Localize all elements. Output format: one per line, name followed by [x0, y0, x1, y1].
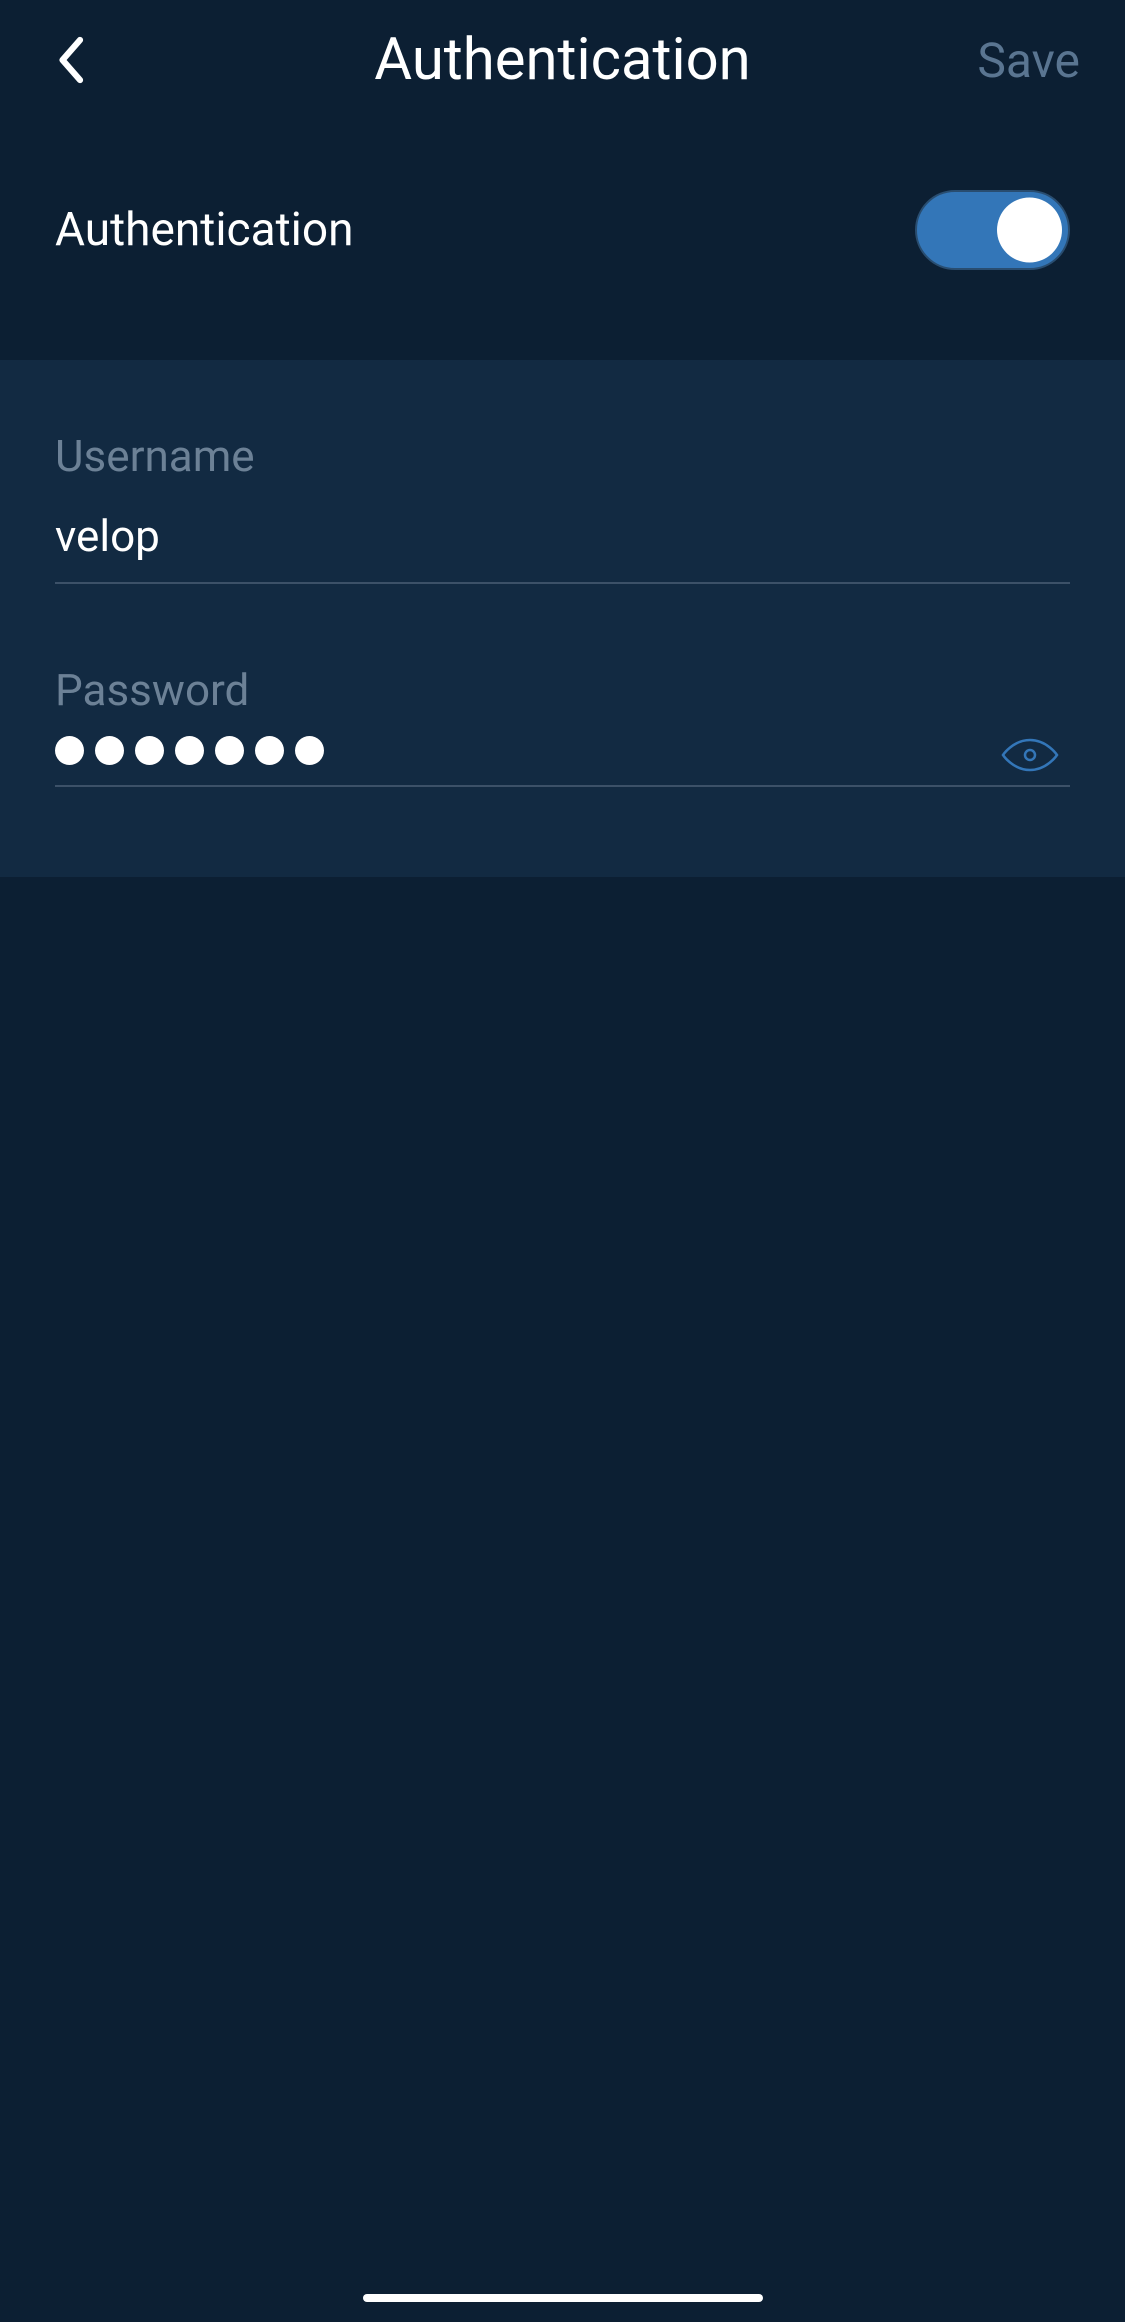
username-label: Username	[55, 430, 1070, 482]
password-dot	[175, 736, 204, 765]
save-button[interactable]: Save	[977, 32, 1080, 89]
header: Authentication Save	[0, 0, 1125, 130]
home-indicator[interactable]	[363, 2294, 763, 2302]
credentials-form: Username Password	[0, 360, 1125, 877]
auth-toggle-section: Authentication	[0, 130, 1125, 360]
show-password-button[interactable]	[1000, 735, 1060, 775]
password-input[interactable]	[55, 736, 1070, 765]
auth-toggle[interactable]	[915, 190, 1070, 270]
back-button[interactable]	[50, 30, 90, 90]
password-label: Password	[55, 664, 1070, 716]
username-input[interactable]	[55, 502, 1070, 584]
password-dot	[295, 736, 324, 765]
password-dot	[215, 736, 244, 765]
password-row	[55, 736, 1070, 787]
password-dot	[255, 736, 284, 765]
password-dot	[95, 736, 124, 765]
password-dot	[55, 736, 84, 765]
toggle-knob	[997, 198, 1062, 263]
password-dot	[135, 736, 164, 765]
eye-icon	[1001, 737, 1059, 773]
page-title: Authentication	[374, 26, 750, 94]
username-group: Username	[55, 430, 1070, 584]
password-group: Password	[55, 664, 1070, 787]
auth-toggle-label: Authentication	[55, 203, 354, 257]
chevron-left-icon	[55, 35, 85, 85]
